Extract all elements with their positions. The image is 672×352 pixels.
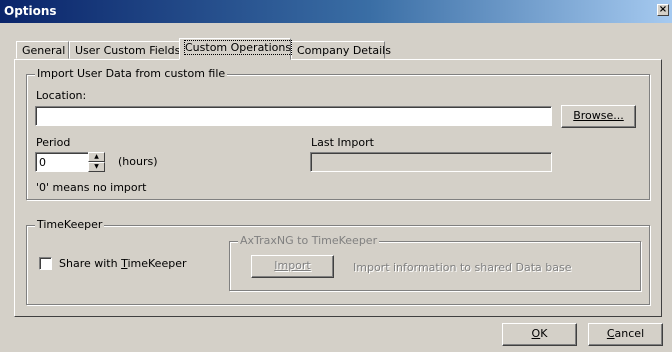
browse-button[interactable]: Browse... xyxy=(561,105,636,128)
spin-up-icon[interactable]: ▲ xyxy=(88,152,105,162)
share-label-pre: Share with xyxy=(59,257,122,270)
tab-company-details[interactable]: Company Details xyxy=(291,41,391,59)
period-value: 0 xyxy=(39,156,46,169)
cancel-label: Cancel xyxy=(607,327,644,340)
ok-key: O xyxy=(531,327,541,340)
tab-user-custom-fields-label: User Custom Fields xyxy=(75,44,181,57)
cancel-rest: ancel xyxy=(614,327,645,340)
location-input[interactable] xyxy=(35,106,552,126)
share-label-post: imeKeeper xyxy=(127,257,187,270)
last-import-field xyxy=(310,152,552,172)
options-dialog: Options × General User Custom Fields Cus… xyxy=(0,0,672,352)
import-button[interactable]: Import xyxy=(251,255,334,278)
ok-label: OK xyxy=(532,327,548,340)
period-input[interactable]: 0 xyxy=(35,152,89,172)
cancel-button[interactable]: Cancel xyxy=(588,323,663,346)
axtrax-legend: AxTraxNG to TimeKeeper xyxy=(238,234,380,247)
period-spinner[interactable]: ▲ ▼ xyxy=(88,152,105,172)
import-button-label: Import xyxy=(274,259,311,272)
title-bar: Options × xyxy=(0,0,672,23)
period-hint: '0' means no import xyxy=(36,181,147,194)
location-label: Location: xyxy=(36,89,87,102)
tab-general-label: General xyxy=(22,44,66,57)
spin-down-icon[interactable]: ▼ xyxy=(88,162,105,172)
tab-general[interactable]: General xyxy=(16,41,69,59)
browse-label: Browse... xyxy=(573,109,624,122)
ok-button[interactable]: OK xyxy=(502,323,577,346)
close-icon[interactable]: × xyxy=(657,4,669,16)
window-title: Options xyxy=(4,4,57,18)
tab-company-details-label: Company Details xyxy=(297,44,391,57)
tab-custom-operations-label: Custom Operations xyxy=(183,40,293,55)
timekeeper-legend: TimeKeeper xyxy=(35,218,105,231)
share-checkbox[interactable] xyxy=(39,257,52,270)
tab-custom-operations[interactable]: Custom Operations xyxy=(179,38,293,60)
share-label[interactable]: Share with TimeKeeper xyxy=(59,257,186,270)
period-units: (hours) xyxy=(118,155,158,168)
tab-user-custom-fields[interactable]: User Custom Fields xyxy=(69,41,180,59)
last-import-label: Last Import xyxy=(311,136,374,149)
import-group-legend: Import User Data from custom file xyxy=(35,67,228,80)
period-label: Period xyxy=(36,136,71,149)
cancel-key: C xyxy=(606,327,615,340)
import-description: Import information to shared Data base xyxy=(353,261,572,274)
ok-rest: K xyxy=(540,327,548,340)
